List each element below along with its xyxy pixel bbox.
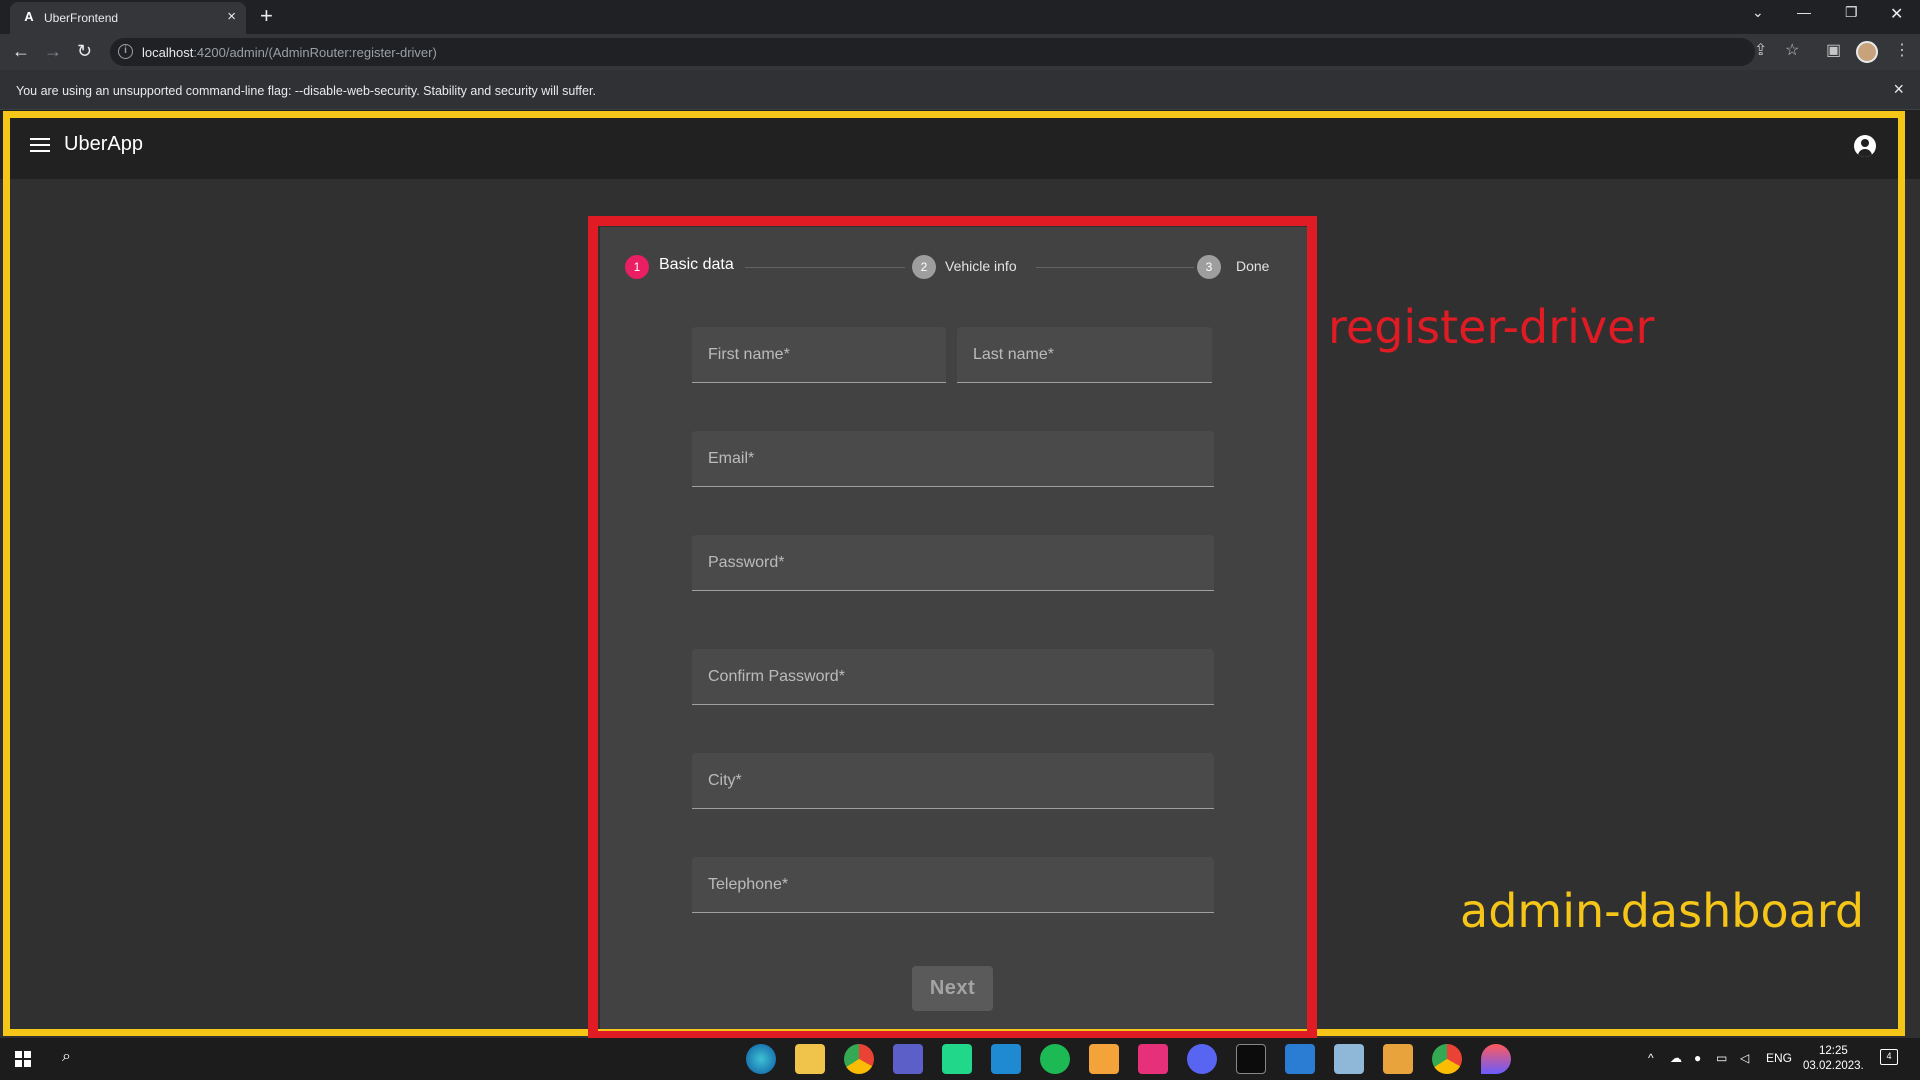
profile-avatar[interactable] [1856, 41, 1878, 63]
date: 03.02.2023. [1803, 1060, 1864, 1072]
browser-toolbar: ← → ↻ i localhost:4200/admin/(AdminRoute… [0, 34, 1920, 70]
search-icon[interactable]: ⌕ [62, 1048, 71, 1066]
volume-icon[interactable]: ◁ [1740, 1051, 1749, 1065]
app-icon[interactable] [1481, 1044, 1511, 1074]
next-button[interactable]: Next [912, 966, 993, 1011]
git-icon[interactable] [1383, 1044, 1413, 1074]
reload-icon[interactable]: ↻ [77, 41, 92, 61]
last-name-placeholder: Last name* [973, 346, 1054, 363]
app-toolbar: UberApp [0, 110, 1920, 179]
angular-favicon-icon: A [24, 9, 34, 24]
step-2-number[interactable]: 2 [912, 255, 936, 279]
step-3-label[interactable]: Done [1236, 258, 1269, 274]
language-indicator[interactable]: ENG [1766, 1051, 1792, 1065]
step-connector [745, 267, 905, 268]
chrome-icon[interactable] [1432, 1044, 1462, 1074]
microphone-icon[interactable]: ● [1694, 1051, 1701, 1065]
hamburger-menu-icon[interactable] [30, 138, 50, 152]
warning-close-icon[interactable]: × [1893, 79, 1904, 100]
browser-tab[interactable]: A UberFrontend × [10, 2, 246, 34]
warning-message: You are using an unsupported command-lin… [16, 84, 596, 98]
minimize-icon[interactable]: — [1797, 4, 1811, 20]
discord-icon[interactable] [1187, 1044, 1217, 1074]
first-name-placeholder: First name* [708, 346, 790, 363]
intellij-icon[interactable] [1138, 1044, 1168, 1074]
windows-start-icon[interactable] [15, 1051, 31, 1067]
photos-icon[interactable] [1285, 1044, 1315, 1074]
registration-stepper: 1 Basic data 2 Vehicle info 3 Done [600, 227, 1307, 302]
app-icon[interactable] [1334, 1044, 1364, 1074]
email-field[interactable]: Email* [692, 431, 1214, 487]
browser-menu-icon[interactable]: ⋮ [1894, 42, 1910, 60]
browser-tab-strip: A UberFrontend × + ⌄ — ❐ ✕ [0, 0, 1920, 34]
new-tab-button[interactable]: + [260, 4, 273, 28]
share-icon[interactable]: ⇪ [1754, 42, 1767, 60]
restore-icon[interactable]: ❐ [1845, 4, 1858, 21]
app-brand: UberApp [64, 133, 143, 155]
chrome-canary-icon[interactable] [844, 1044, 874, 1074]
confirm-password-field[interactable]: Confirm Password* [692, 649, 1214, 705]
url-path: :4200/admin/(AdminRouter:register-driver… [193, 45, 437, 60]
tab-title: UberFrontend [44, 11, 119, 25]
step-2-label[interactable]: Vehicle info [945, 258, 1017, 274]
edge-icon[interactable] [746, 1044, 776, 1074]
telephone-field[interactable]: Telephone* [692, 857, 1214, 913]
forward-icon[interactable]: → [44, 41, 62, 61]
notification-center-icon[interactable]: 4 [1880, 1049, 1898, 1065]
tab-search-icon[interactable]: ⌄ [1752, 4, 1764, 21]
file-explorer-icon[interactable] [795, 1044, 825, 1074]
close-window-icon[interactable]: ✕ [1890, 4, 1903, 24]
side-panel-icon[interactable]: ▣ [1826, 42, 1841, 60]
address-bar[interactable]: i localhost:4200/admin/(AdminRouter:regi… [110, 38, 1755, 66]
step-connector [1036, 267, 1194, 268]
tab-close-icon[interactable]: × [227, 8, 236, 25]
url-text: localhost:4200/admin/(AdminRouter:regist… [142, 45, 437, 60]
vscode-icon[interactable] [991, 1044, 1021, 1074]
last-name-field[interactable]: Last name* [957, 327, 1212, 383]
confirm-password-placeholder: Confirm Password* [708, 668, 845, 685]
clock[interactable]: 12:25 03.02.2023. [1803, 1044, 1864, 1074]
city-placeholder: City* [708, 772, 742, 789]
password-field[interactable]: Password* [692, 535, 1214, 591]
pycharm-icon[interactable] [942, 1044, 972, 1074]
bookmark-star-icon[interactable]: ☆ [1785, 42, 1799, 60]
tray-overflow-icon[interactable]: ^ [1648, 1051, 1654, 1065]
first-name-field[interactable]: First name* [692, 327, 946, 383]
step-1-number[interactable]: 1 [625, 255, 649, 279]
sublime-icon[interactable] [1089, 1044, 1119, 1074]
teams-icon[interactable] [893, 1044, 923, 1074]
app-icon[interactable] [1040, 1044, 1070, 1074]
unsupported-flag-warning-bar: You are using an unsupported command-lin… [0, 70, 1920, 110]
back-icon[interactable]: ← [12, 41, 30, 61]
register-driver-annotation: register-driver [1328, 300, 1655, 354]
url-host: localhost [142, 45, 194, 60]
onedrive-icon[interactable]: ☁ [1670, 1051, 1682, 1065]
network-icon[interactable]: ▭ [1716, 1051, 1727, 1065]
step-3-number[interactable]: 3 [1197, 255, 1221, 279]
telephone-placeholder: Telephone* [708, 876, 789, 893]
step-1-label[interactable]: Basic data [659, 256, 734, 274]
windows-taskbar: ⌕ ^ ☁ ● ▭ ◁ ENG 12:25 03.02.2023. 4 [0, 1038, 1920, 1080]
time: 12:25 [1818, 1045, 1848, 1057]
terminal-icon[interactable] [1236, 1044, 1266, 1074]
register-driver-card: 1 Basic data 2 Vehicle info 3 Done First… [600, 227, 1307, 1037]
site-info-icon[interactable]: i [118, 44, 133, 59]
account-circle-icon[interactable] [1854, 135, 1876, 157]
password-placeholder: Password* [708, 554, 785, 571]
city-field[interactable]: City* [692, 753, 1214, 809]
email-placeholder: Email* [708, 450, 755, 467]
admin-dashboard-annotation: admin-dashboard [1460, 884, 1865, 938]
